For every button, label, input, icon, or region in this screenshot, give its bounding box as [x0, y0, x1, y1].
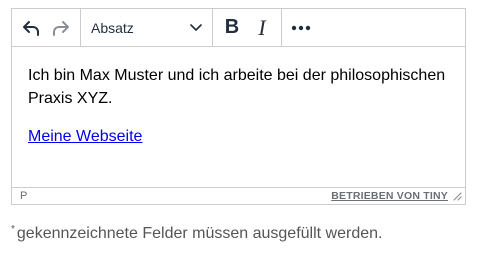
editor-content-area[interactable]: Ich bin Max Muster und ich arbeite bei d…: [12, 47, 465, 188]
redo-button[interactable]: [46, 13, 76, 43]
editor-toolbar: Absatz B I: [12, 9, 465, 47]
powered-by-tiny-link[interactable]: BETRIEBEN VON TINY: [331, 190, 448, 202]
more-horizontal-icon: [291, 25, 311, 30]
content-paragraph: Ich bin Max Muster und ich arbeite bei d…: [28, 67, 446, 107]
undo-button[interactable]: [16, 13, 46, 43]
statusbar-right: BETRIEBEN VON TINY: [331, 190, 462, 202]
chevron-down-icon: [190, 23, 202, 31]
required-fields-note: * gekennzeichnete Felder müssen ausgefüll…: [11, 224, 382, 243]
italic-button[interactable]: I: [247, 13, 277, 43]
italic-icon: I: [258, 14, 266, 40]
block-format-value: Absatz: [91, 19, 134, 36]
block-format-select[interactable]: Absatz: [85, 13, 208, 43]
content-link-paragraph: Meine Webseite: [28, 125, 449, 148]
resize-handle-icon[interactable]: [452, 191, 462, 201]
more-group: [282, 9, 320, 46]
bold-icon: B: [224, 16, 240, 38]
element-path[interactable]: P: [20, 190, 27, 202]
website-link[interactable]: Meine Webseite: [28, 128, 142, 145]
bold-button[interactable]: B: [217, 13, 247, 43]
required-marker: *: [11, 224, 15, 235]
more-button[interactable]: [286, 13, 316, 43]
style-group: B I: [213, 9, 282, 46]
rich-text-editor: Absatz B I Ich bin Max Muster und ich ar…: [11, 8, 466, 205]
format-group: Absatz: [81, 9, 213, 46]
redo-icon: [53, 20, 69, 36]
history-group: [12, 9, 81, 46]
undo-icon: [23, 20, 39, 36]
editor-statusbar: P BETRIEBEN VON TINY: [12, 187, 465, 204]
required-note-text: gekennzeichnete Felder müssen ausgefüllt…: [16, 225, 383, 242]
